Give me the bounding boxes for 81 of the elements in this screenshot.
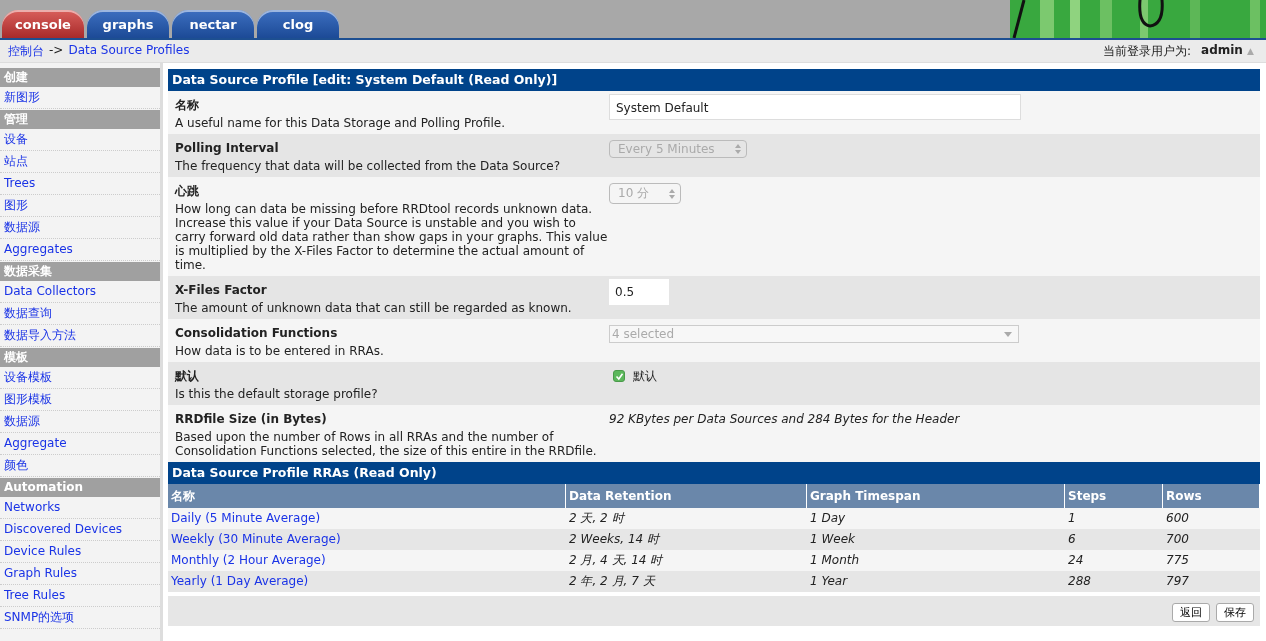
table-cell-text: 1 Week: [809, 531, 857, 548]
rra-link[interactable]: Weekly (30 Minute Average): [168, 529, 566, 550]
sidebar-item[interactable]: 站点: [0, 151, 160, 173]
field-description: How long can data be missing before RRDtool records unknown data. Increase this value if your Data Source is unstable and you wish to carry forward old data rather than show gaps in your graphs. This value is multiplied by the X-Files Factor to determine the actual amount of time.: [175, 202, 609, 274]
sidebar-item[interactable]: 数据查询: [0, 303, 160, 325]
user-label: 当前登录用户为:: [1103, 42, 1192, 60]
table-cell-text: 288: [1067, 573, 1092, 590]
table-cell-text: 2 天, 2 时: [568, 510, 627, 527]
number-input[interactable]: 0.5: [609, 279, 669, 305]
form-button[interactable]: 保存: [1216, 603, 1254, 622]
sidebar-item[interactable]: 设备模板: [0, 367, 160, 389]
field-description: Is this the default storage profile?: [175, 387, 379, 403]
table-cell-text: 2 月, 4 天, 14 时: [568, 552, 665, 569]
sidebar-item[interactable]: 颜色: [0, 455, 160, 477]
sidebar-item[interactable]: Trees: [0, 173, 160, 195]
static-value: 92 KBytes per Data Sources and 284 Bytes for the Header: [609, 411, 961, 428]
nav-tab[interactable]: graphs: [87, 10, 169, 38]
sidebar-item[interactable]: 数据导入方法: [0, 325, 160, 347]
rra-link[interactable]: Monthly (2 Hour Average): [168, 550, 566, 571]
sidebar-section-header: 模板: [0, 348, 160, 367]
nav-tab[interactable]: nectar: [172, 10, 254, 38]
field-description: Based upon the number of Rows in all RRAs and the number of Consolidation Functions selected, the size of this entire in the RRDfile.: [175, 430, 598, 460]
sidebar-item[interactable]: 数据源: [0, 411, 160, 433]
sidebar-item[interactable]: 新图形: [0, 87, 160, 109]
user-menu[interactable]: admin ▲: [1201, 42, 1254, 60]
table-cell-text: 24: [1067, 552, 1085, 569]
field-label: 心跳: [175, 183, 200, 200]
table-cell-text: 1 Day: [809, 510, 847, 527]
breadcrumb-link[interactable]: 控制台: [8, 42, 44, 60]
table-cell-text: 1 Month: [809, 552, 861, 569]
rra-link[interactable]: Yearly (1 Day Average): [168, 571, 566, 592]
field-label: X-Files Factor: [175, 282, 268, 299]
field-label: Consolidation Functions: [175, 325, 339, 342]
dropdown-arrow-icon: [1004, 331, 1012, 337]
form-title: Data Source Profile [edit: System Default (Read Only)]: [168, 69, 1260, 91]
breadcrumb-separator: ->: [49, 42, 64, 59]
field-description: The frequency that data will be collected from the Data Source?: [175, 159, 561, 175]
spinner-icon: [669, 188, 676, 199]
field-label: 默认: [175, 368, 200, 385]
spinner-icon: [734, 144, 741, 154]
table-cell-text: 2 年, 2 月, 7 天: [568, 573, 657, 590]
form-button[interactable]: 返回: [1172, 603, 1210, 622]
sidebar-section-header: 管理: [0, 110, 160, 129]
table-cell-text: 797: [1165, 573, 1190, 590]
table-title: Data Source Profile RRAs (Read Only): [168, 462, 1260, 484]
sidebar-item[interactable]: Discovered Devices: [0, 519, 160, 541]
field-label: Polling Interval: [175, 140, 280, 157]
sidebar-item[interactable]: 设备: [0, 129, 160, 151]
sidebar-section-header: 数据采集: [0, 262, 160, 281]
table-cell-text: 2 Weeks, 14 时: [568, 531, 662, 548]
table-cell-text: 700: [1165, 531, 1190, 548]
sidebar-item[interactable]: Aggregate: [0, 433, 160, 455]
sidebar-item[interactable]: Aggregates: [0, 239, 160, 261]
checkbox-label: 默认: [633, 367, 657, 385]
nav-tab[interactable]: console: [2, 10, 84, 38]
field-label: 名称: [175, 97, 200, 114]
table-cell-text: 775: [1165, 552, 1190, 569]
sidebar-item[interactable]: Graph Rules: [0, 563, 160, 585]
breadcrumb-current[interactable]: Data Source Profiles: [68, 42, 190, 60]
field-description: A useful name for this Data Storage and Polling Profile.: [175, 116, 507, 132]
sidebar-item[interactable]: Networks: [0, 497, 160, 519]
sidebar-item[interactable]: 图形: [0, 195, 160, 217]
sidebar-item[interactable]: 图形模板: [0, 389, 160, 411]
name-input[interactable]: System Default: [609, 94, 1021, 120]
table-cell-text: 1 Year: [809, 573, 849, 590]
table-cell-text: 1: [1067, 510, 1077, 527]
sidebar-item[interactable]: SNMP的选项: [0, 607, 160, 629]
nav-tab[interactable]: clog: [257, 10, 339, 38]
sidebar-section-header: Automation: [0, 478, 160, 497]
field-description: How data is to be entered in RRAs.: [175, 344, 385, 360]
table-cell-text: 6: [1067, 531, 1077, 548]
sidebar-item[interactable]: 数据源: [0, 217, 160, 239]
sidebar-item[interactable]: Data Collectors: [0, 281, 160, 303]
checkbox[interactable]: [613, 370, 625, 382]
table-cell-text: 600: [1165, 510, 1190, 527]
field-label: RRDfile Size (in Bytes): [175, 411, 328, 428]
rra-link[interactable]: Daily (5 Minute Average): [168, 508, 566, 529]
field-description: The amount of unknown data that can still be regarded as known.: [175, 301, 573, 317]
sidebar-item[interactable]: Device Rules: [0, 541, 160, 563]
sidebar-section-header: 创建: [0, 68, 160, 87]
sidebar-item[interactable]: Tree Rules: [0, 585, 160, 607]
